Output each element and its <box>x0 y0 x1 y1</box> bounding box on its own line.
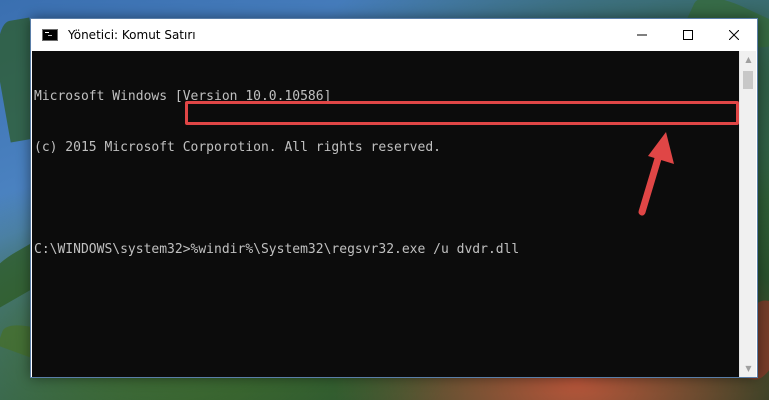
command-highlight-box <box>185 101 739 125</box>
title-bar[interactable]: Yönetici: Komut Satırı <box>31 19 757 51</box>
close-icon <box>729 30 739 40</box>
cmd-app-icon <box>42 29 58 41</box>
window-controls <box>619 19 757 51</box>
vertical-scrollbar[interactable]: ▲ ▼ <box>739 51 756 377</box>
command-line[interactable]: C:\WINDOWS\system32>%windir%\System32\re… <box>34 241 740 258</box>
minimize-icon <box>637 34 647 36</box>
maximize-button[interactable] <box>665 19 711 51</box>
window-title: Yönetici: Komut Satırı <box>68 28 196 42</box>
scroll-down-arrow-icon[interactable]: ▼ <box>740 360 757 377</box>
maximize-icon <box>683 30 693 40</box>
minimize-button[interactable] <box>619 19 665 51</box>
pointer-arrow-icon <box>638 132 674 216</box>
scroll-up-arrow-icon[interactable]: ▲ <box>740 51 757 68</box>
scroll-thumb[interactable] <box>743 71 753 89</box>
close-button[interactable] <box>711 19 757 51</box>
